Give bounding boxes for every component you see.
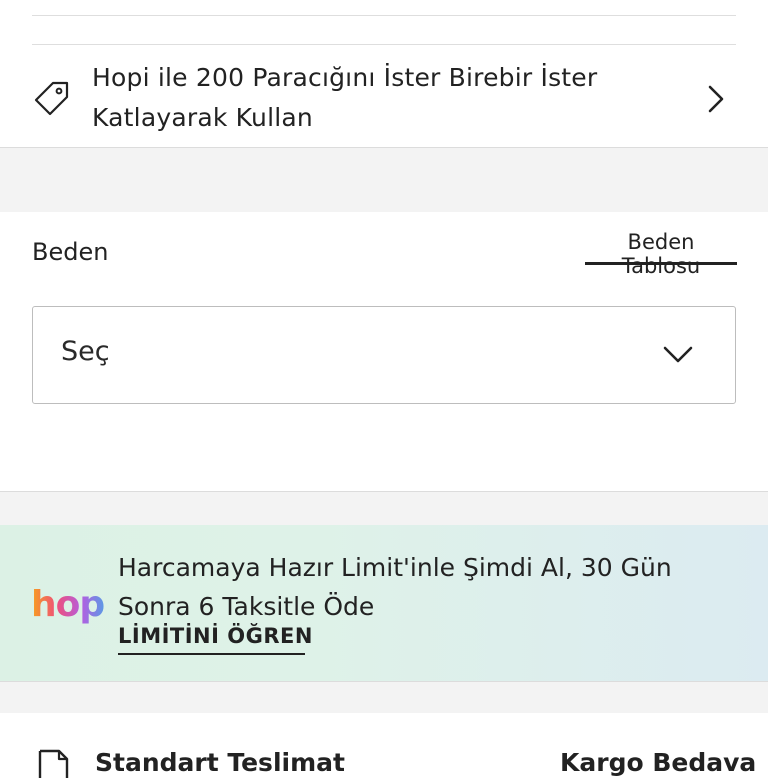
size-select-value: Seç	[61, 336, 110, 367]
tag-icon	[33, 80, 71, 122]
learn-limit-underline	[118, 653, 305, 655]
delivery-price: Kargo Bedava	[560, 748, 757, 777]
hopi-promo-text: Hopi ile 200 Paracığını İster Birebir İs…	[92, 63, 598, 132]
size-table-link[interactable]: Beden Tablosu	[586, 230, 736, 278]
svg-text:hopi: hopi	[31, 584, 107, 625]
document-icon	[37, 748, 73, 782]
section-separator	[0, 491, 768, 526]
size-label: Beden	[32, 238, 109, 266]
size-table-link-underline	[585, 262, 737, 265]
hopi-logo: hopi	[31, 584, 116, 637]
hopi-banner-text: Harcamaya Hazır Limit'inle Şimdi Al, 30 …	[118, 553, 672, 621]
divider-top	[32, 15, 736, 16]
delivery-label: Standart Teslimat	[95, 748, 345, 777]
size-select[interactable]	[32, 306, 736, 404]
learn-limit-link[interactable]: LİMİTİNİ ÖĞREN	[118, 624, 313, 648]
chevron-down-icon[interactable]	[662, 344, 694, 370]
section-separator	[0, 681, 768, 713]
section-separator	[0, 147, 768, 212]
chevron-right-icon[interactable]	[704, 84, 728, 118]
